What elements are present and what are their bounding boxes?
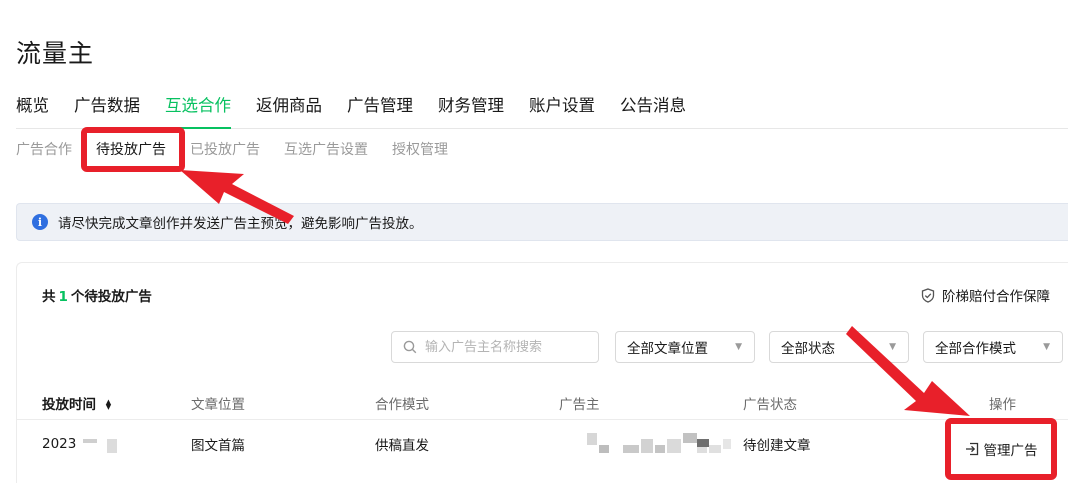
nav-item-ad-data[interactable]: 广告数据	[74, 94, 140, 128]
pending-ads-card: 共1个待投放广告 阶梯赔付合作保障 全部文章位置 ▼	[16, 262, 1068, 483]
redacted-time	[82, 439, 117, 453]
mode-filter-value: 全部合作模式	[935, 341, 1016, 357]
position-filter-select[interactable]: 全部文章位置 ▼	[615, 331, 755, 363]
count-suffix: 个待投放广告	[70, 289, 152, 305]
manage-ad-button[interactable]: 管理广告	[965, 439, 1038, 459]
header-status: 广告状态	[743, 397, 797, 413]
advertiser-search	[391, 331, 599, 363]
nav-item-mutual-cooperation[interactable]: 互选合作	[165, 94, 231, 129]
row-advertiser-redacted	[585, 430, 731, 460]
chevron-down-icon: ▼	[1043, 342, 1050, 352]
nav-item-rebate-goods[interactable]: 返佣商品	[256, 94, 322, 128]
chevron-down-icon: ▼	[889, 342, 896, 352]
sort-icon[interactable]: ▲ ▼	[106, 399, 111, 411]
nav-item-announcements[interactable]: 公告消息	[620, 94, 686, 128]
guarantee-link[interactable]: 阶梯赔付合作保障	[921, 285, 1050, 305]
chevron-down-icon: ▼	[735, 342, 742, 352]
notice-bar: i 请尽快完成文章创作并发送广告主预览，避免影响广告投放。	[16, 203, 1068, 241]
page: 流量主 概览 广告数据 互选合作 返佣商品 广告管理 财务管理 账户设置 公告消…	[0, 0, 1068, 483]
subnav-item-authorization[interactable]: 授权管理	[392, 140, 448, 160]
row-mode: 供稿直发	[375, 438, 429, 454]
header-advertiser: 广告主	[559, 397, 600, 413]
row-status: 待创建文章	[743, 438, 811, 454]
header-mode: 合作模式	[375, 397, 429, 413]
nav-item-overview[interactable]: 概览	[16, 94, 49, 128]
header-action: 操作	[989, 397, 1016, 413]
subnav-item-ad-cooperation[interactable]: 广告合作	[16, 140, 72, 160]
header-position: 文章位置	[191, 397, 245, 413]
header-time-label: 投放时间	[42, 397, 96, 413]
status-filter-select[interactable]: 全部状态 ▼	[769, 331, 909, 363]
main-nav: 概览 广告数据 互选合作 返佣商品 广告管理 财务管理 账户设置 公告消息	[16, 94, 1068, 129]
pending-count: 共 1 个待投放广告	[42, 285, 152, 305]
nav-item-account-settings[interactable]: 账户设置	[529, 94, 595, 128]
row-time-value: 2023	[42, 436, 77, 452]
enter-icon	[965, 442, 979, 456]
annotation-highlight-manage: 管理广告	[945, 418, 1057, 480]
nav-item-finance[interactable]: 财务管理	[438, 94, 504, 128]
manage-ad-label: 管理广告	[983, 443, 1038, 459]
count-number: 1	[58, 289, 68, 305]
mode-filter-select[interactable]: 全部合作模式 ▼	[923, 331, 1063, 363]
app-title: 流量主	[16, 39, 95, 68]
row-position: 图文首篇	[191, 438, 245, 454]
advertiser-search-input[interactable]	[423, 338, 587, 356]
annotation-highlight-pending-tab	[81, 127, 185, 172]
status-filter-value: 全部状态	[781, 341, 835, 357]
notice-text: 请尽快完成文章创作并发送广告主预览，避免影响广告投放。	[58, 216, 423, 232]
info-icon: i	[32, 214, 48, 230]
table-row: 2023 图文首篇 供稿直发 待创建文章	[17, 420, 1068, 472]
shield-check-icon	[921, 287, 935, 303]
subnav-item-mutual-ad-settings[interactable]: 互选广告设置	[284, 140, 368, 160]
subnav-item-delivered-ads[interactable]: 已投放广告	[190, 140, 260, 160]
redacted-advertiser	[587, 433, 731, 453]
table-header: 投放时间 ▲ ▼ 文章位置 合作模式 广告主 广告状态 操作	[17, 385, 1068, 420]
position-filter-value: 全部文章位置	[627, 341, 708, 357]
search-icon	[403, 340, 417, 354]
nav-item-ad-management[interactable]: 广告管理	[347, 94, 413, 128]
header-time[interactable]: 投放时间 ▲ ▼	[42, 393, 111, 413]
count-prefix: 共	[42, 289, 56, 305]
row-time: 2023	[42, 434, 121, 454]
guarantee-label: 阶梯赔付合作保障	[942, 289, 1050, 305]
